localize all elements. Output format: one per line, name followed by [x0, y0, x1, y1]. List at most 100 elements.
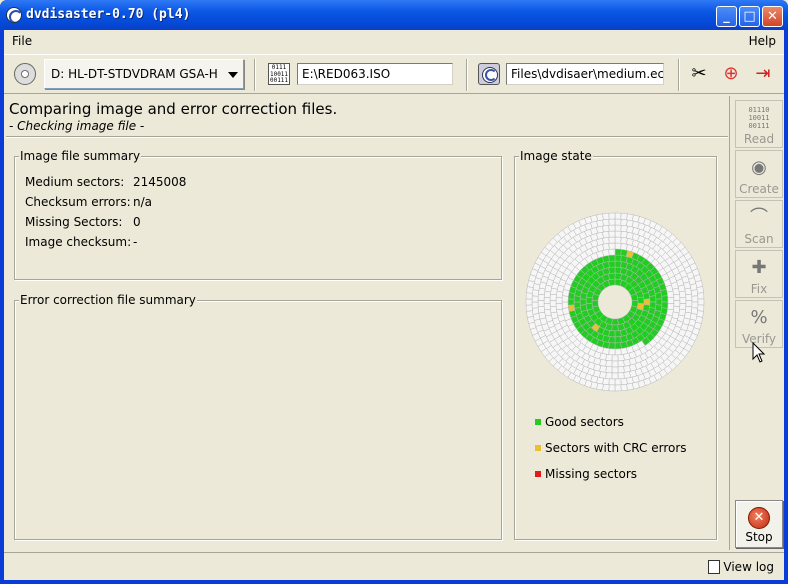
disk-sector — [608, 218, 616, 226]
status-heading: Comparing image and error correction fil… — [9, 100, 338, 118]
legend-swatch-good — [535, 419, 541, 425]
client-area: File Help D: HL-DT-STDVDRAM GSA-H 0111 1… — [4, 30, 784, 580]
image-file-icon-text: 0111 10011 00111 — [269, 64, 289, 84]
summary-value: - — [133, 235, 138, 249]
disk-sector — [531, 295, 539, 303]
quit-exit-icon[interactable]: ⇥ — [752, 63, 774, 85]
legend-label: Good sectors — [545, 415, 624, 429]
disk-sector — [679, 303, 687, 311]
disk-sector — [549, 293, 557, 301]
disk-sector — [620, 377, 628, 386]
disk-sector — [697, 304, 705, 312]
fix-puzzle-icon: ✚ — [751, 257, 767, 278]
help-lifebuoy-icon[interactable]: ⊕ — [720, 63, 742, 85]
disk-sector — [685, 293, 693, 301]
drive-select[interactable]: D: HL-DT-STDVDRAM GSA-H — [44, 59, 244, 89]
disk-sector — [537, 306, 546, 314]
disk-sector — [608, 212, 616, 220]
title-bar[interactable]: dvdisaster-0.70 (pl4) _ □ ✕ — [0, 0, 788, 30]
ecc-summary-title: Error correction file summary — [19, 293, 197, 307]
disk-sector — [602, 231, 610, 239]
disk-sector — [654, 292, 663, 300]
maximize-button[interactable]: □ — [739, 6, 760, 27]
disk-sector — [637, 296, 645, 304]
create-button[interactable]: ◉ Create — [735, 150, 783, 198]
summary-value: 0 — [133, 215, 141, 229]
preferences-tools-icon[interactable]: ✂ — [688, 63, 710, 85]
close-button[interactable]: ✕ — [762, 6, 783, 27]
image-file-icon[interactable]: 0111 10011 00111 — [268, 63, 290, 85]
image-file-input[interactable]: E:\RED063.ISO — [297, 63, 453, 85]
disk-sector — [614, 242, 622, 250]
dropdown-arrow-icon — [228, 72, 238, 78]
view-log-button[interactable]: View log — [708, 560, 774, 574]
disk-sector — [611, 372, 619, 380]
disk-sector — [614, 384, 622, 392]
disk-sector — [643, 298, 651, 306]
heading-divider — [6, 136, 728, 138]
create-ecc-icon: ◉ — [751, 157, 767, 178]
disk-sector — [573, 301, 581, 309]
disk-sector — [611, 360, 619, 368]
ecc-file-input[interactable]: Files\dvdisaer\medium.ecc — [506, 63, 664, 85]
disk-sector — [667, 297, 675, 304]
legend-swatch-missing — [535, 471, 541, 477]
disk-sector — [602, 383, 610, 392]
summary-value: 2145008 — [133, 175, 187, 189]
disk-sector — [549, 306, 558, 314]
disk-sector — [614, 348, 622, 356]
disk-sector — [679, 297, 687, 304]
disk-sector — [543, 303, 551, 311]
view-log-label: View log — [723, 560, 774, 574]
fix-button[interactable]: ✚ Fix — [735, 250, 783, 298]
disk-sector — [620, 383, 628, 392]
stop-icon: ✕ — [748, 507, 770, 529]
disk-sector — [626, 382, 634, 391]
menu-file[interactable]: File — [12, 34, 32, 48]
disk-sector — [608, 260, 616, 268]
disk-sector — [525, 298, 533, 306]
disk-sector — [555, 303, 563, 311]
toolbar: D: HL-DT-STDVDRAM GSA-H 0111 10011 00111… — [4, 54, 784, 94]
disk-sector — [655, 298, 663, 306]
read-button[interactable]: 01110 10011 00111 Read — [735, 100, 783, 148]
log-icon — [708, 560, 721, 574]
disk-sector — [617, 366, 625, 374]
disk-sector — [525, 304, 533, 312]
drive-select-value: D: HL-DT-STDVDRAM GSA-H — [51, 67, 218, 81]
disk-sector — [608, 266, 616, 274]
disk-sector — [667, 303, 675, 311]
minimize-button[interactable]: _ — [716, 6, 737, 27]
disk-sector-map — [525, 212, 705, 392]
disk-sector — [531, 301, 539, 309]
disk-sector — [537, 300, 545, 307]
toolbar-separator — [466, 59, 468, 91]
disk-sector — [605, 372, 613, 380]
disk-sector — [537, 293, 545, 301]
disk-sector — [561, 295, 569, 303]
disk-sector — [544, 308, 552, 317]
stop-button[interactable]: ✕ Stop — [735, 500, 783, 548]
window-title: dvdisaster-0.70 (pl4) — [26, 7, 191, 22]
disk-sector — [567, 298, 575, 306]
menu-bar: File Help — [4, 30, 784, 52]
toolbar-separator — [254, 59, 256, 91]
disk-sector — [617, 354, 625, 362]
disk-sector — [608, 248, 616, 256]
disk-sector — [567, 304, 576, 312]
disk-sector — [614, 230, 622, 238]
disk-sector — [614, 330, 622, 338]
disk-sector — [605, 360, 613, 368]
disk-sector — [525, 292, 533, 300]
ecc-file-icon[interactable] — [478, 63, 500, 85]
disk-sector — [649, 295, 657, 303]
disk-sector — [684, 306, 693, 314]
summary-key: Medium sectors: — [25, 175, 125, 189]
verify-button[interactable]: % Verify — [735, 300, 783, 348]
fix-button-label: Fix — [750, 282, 768, 296]
scan-button[interactable]: ⌒ Scan — [735, 200, 783, 248]
disk-sector — [617, 372, 625, 380]
menu-help[interactable]: Help — [749, 34, 776, 48]
read-icon-text: 01110 10011 00111 — [748, 106, 770, 130]
disk-sector — [690, 289, 699, 297]
